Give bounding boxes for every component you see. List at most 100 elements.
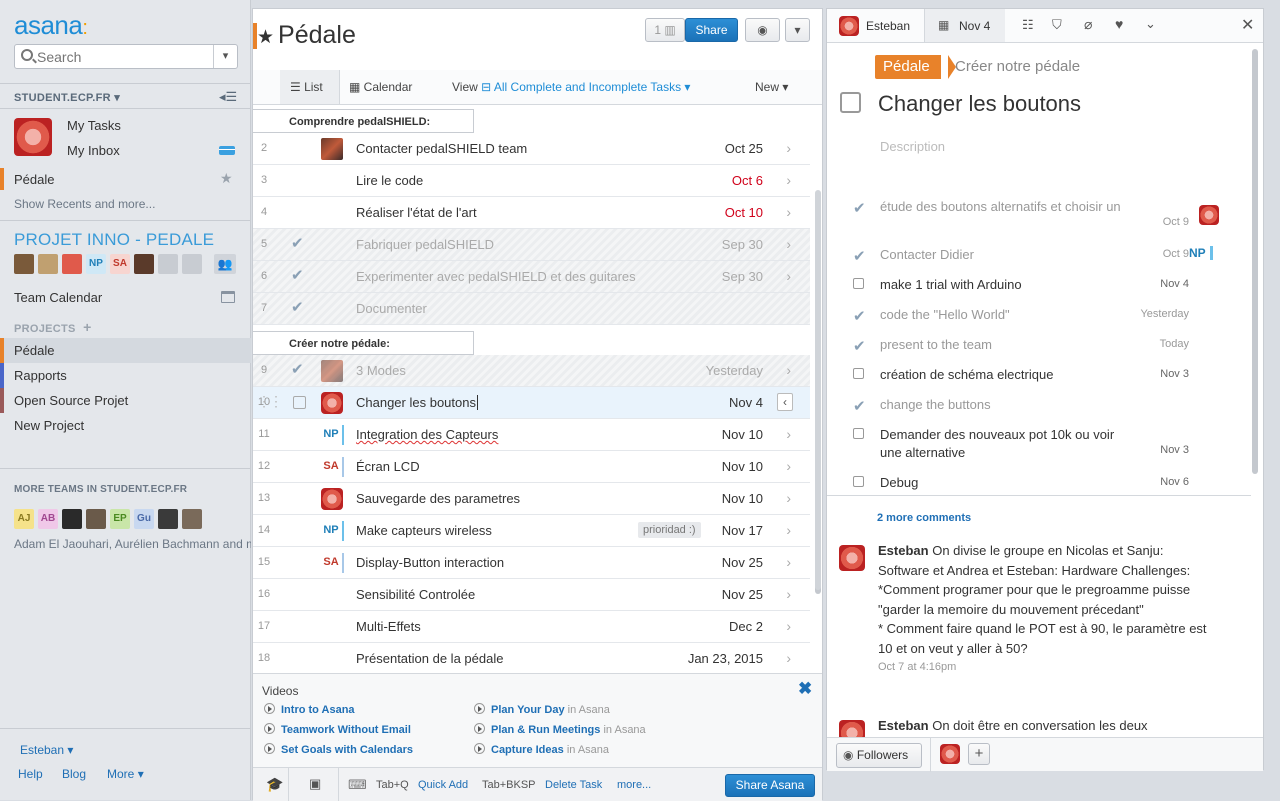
assignee-name[interactable]: Esteban <box>866 19 910 33</box>
member-count[interactable]: 1 ▥ <box>645 18 685 42</box>
section-header[interactable]: Comprendre pedalSHIELD: <box>253 109 474 133</box>
due-date[interactable]: Nov 4 <box>729 395 763 410</box>
project-title[interactable]: ★ Pédale <box>253 21 356 50</box>
avatar[interactable] <box>182 509 202 529</box>
task-row[interactable]: 18 Présentation de la pédale Jan 23, 2015 › <box>253 643 810 673</box>
avatar[interactable]: Gu <box>134 509 154 529</box>
avatar[interactable] <box>321 488 343 510</box>
chevron-right-icon[interactable]: › <box>786 522 791 538</box>
assignee-initials[interactable]: NP <box>319 425 344 445</box>
task-row[interactable]: 5 ✔ Fabriquer pedalSHIELD Sep 30 › <box>253 229 810 261</box>
task-row[interactable]: 15 SA Display-Button interaction Nov 25 › <box>253 547 810 579</box>
subtask-due[interactable]: Nov 4 <box>1160 278 1189 290</box>
description-field[interactable]: Description <box>880 139 945 154</box>
workspace-switcher[interactable]: STUDENT.ECP.FR ▾ <box>14 91 120 104</box>
star-icon[interactable]: ★ <box>257 27 274 48</box>
subtask-row[interactable]: make 1 trial with Arduino Nov 4 <box>853 273 1189 299</box>
subtask-text[interactable]: present to the team <box>880 336 1130 354</box>
task-row[interactable]: 17 Multi-Effets Dec 2 › <box>253 611 810 643</box>
due-date[interactable]: Nov 10 <box>722 427 763 442</box>
subtask-due[interactable]: Nov 6 <box>1160 476 1189 488</box>
task-row[interactable]: 4 Réaliser l'état de l'art Oct 10 › <box>253 197 810 229</box>
task-row[interactable]: 6 ✔ Experimenter avec pedalSHIELD et des g… <box>253 261 810 293</box>
tag-icon[interactable]: ⛉ <box>1052 17 1062 33</box>
subtask-row[interactable]: ✔ change the buttons <box>853 393 1183 419</box>
video-link[interactable]: Plan Your Day in Asana <box>474 702 610 716</box>
video-icon[interactable]: ▣ <box>309 776 321 792</box>
more-shortcuts-link[interactable]: more... <box>617 779 651 791</box>
task-row[interactable]: 13 Sauvegarde des parametres Nov 10 › <box>253 483 810 515</box>
team-calendar-link[interactable]: Team Calendar <box>14 290 102 305</box>
chevron-right-icon[interactable]: › <box>786 618 791 634</box>
subtask-due[interactable]: Nov 3 <box>1160 444 1189 456</box>
check-icon[interactable]: ✔ <box>291 266 304 284</box>
avatar[interactable] <box>38 254 58 274</box>
check-icon[interactable]: ✔ <box>853 199 866 217</box>
task-name[interactable]: Changer les boutons <box>356 395 478 410</box>
scrollbar[interactable] <box>1252 49 1258 474</box>
tab-calendar[interactable]: ▦ Calendar <box>349 70 429 104</box>
subtask-row[interactable]: Demander des nouveaux pot 10k ou voir un… <box>853 423 1189 467</box>
avatar[interactable] <box>321 360 343 382</box>
chevron-right-icon[interactable]: › <box>786 426 791 442</box>
chevron-right-icon[interactable]: › <box>786 650 791 666</box>
video-link[interactable]: Teamwork Without Email <box>264 722 411 736</box>
blog-link[interactable]: Blog <box>62 767 86 781</box>
avatar[interactable]: NP <box>86 254 106 274</box>
rss-icon[interactable]: ◉ <box>745 18 780 42</box>
favorite-project[interactable]: Pédale ★ <box>0 168 251 190</box>
video-link[interactable]: Plan & Run Meetings in Asana <box>474 722 646 736</box>
more-teams-names[interactable]: Adam El Jaouhari, Aurélien Bachmann and … <box>14 537 251 551</box>
check-icon[interactable]: ✔ <box>853 397 866 415</box>
subtask-row[interactable]: ✔ Contacter Didier Oct 9 NP <box>853 243 1213 269</box>
task-name[interactable]: Make capteurs wireless <box>356 523 492 538</box>
due-date[interactable]: Nov 25 <box>722 555 763 570</box>
assignee-initials[interactable]: SA <box>319 553 344 573</box>
followers-button[interactable]: ◉ Followers <box>836 743 922 768</box>
scrollbar[interactable] <box>815 190 821 590</box>
subtask-checkbox[interactable] <box>853 278 864 289</box>
check-icon[interactable]: ✔ <box>853 307 866 325</box>
subtask-text[interactable]: change the buttons <box>880 396 1130 414</box>
chevron-right-icon[interactable]: › <box>786 586 791 602</box>
avatar[interactable] <box>321 138 343 160</box>
check-icon[interactable]: ✔ <box>853 337 866 355</box>
star-icon[interactable]: ★ <box>220 170 233 187</box>
share-button[interactable]: Share <box>685 18 738 42</box>
avatar[interactable] <box>182 254 202 274</box>
subtask-text[interactable]: Contacter Didier <box>880 246 1130 264</box>
task-name[interactable]: Lire le code <box>356 173 423 188</box>
add-project-icon[interactable]: + <box>83 319 91 335</box>
subtask-checkbox[interactable] <box>853 368 864 379</box>
task-checkbox[interactable] <box>293 396 306 409</box>
check-icon[interactable]: ✔ <box>853 247 866 265</box>
comment-author[interactable]: Esteban <box>878 543 929 558</box>
due-date[interactable]: Oct 10 <box>725 205 763 220</box>
task-row[interactable]: 9 ✔ 3 Modes Yesterday › <box>253 355 810 387</box>
due-date[interactable]: Jan 23, 2015 <box>688 651 763 666</box>
assignee-initials[interactable]: SA <box>319 457 344 477</box>
subtask-text[interactable]: Demander des nouveaux pot 10k ou voir un… <box>880 426 1130 462</box>
task-tag[interactable]: prioridad :) <box>638 522 701 538</box>
chevron-right-icon[interactable]: › <box>786 268 791 284</box>
chevron-right-icon[interactable]: › <box>786 554 791 570</box>
subtask-row[interactable]: Debug Nov 6 <box>853 471 1189 497</box>
subtask-due[interactable]: Oct 9 <box>1163 248 1189 260</box>
subtask-row[interactable]: ✔ code the "Hello World" Yesterday <box>853 303 1189 329</box>
chevron-right-icon[interactable]: › <box>786 204 791 220</box>
avatar[interactable] <box>86 509 106 529</box>
my-tasks-link[interactable]: My Tasks <box>67 118 121 133</box>
task-row[interactable]: 16 Sensibilité Controlée Nov 25 › <box>253 579 810 611</box>
avatar[interactable] <box>62 254 82 274</box>
due-date[interactable]: Nov 17 <box>722 523 763 538</box>
subtask-row[interactable]: ✔ étude des boutons alternatifs et choisi… <box>853 195 1219 239</box>
heart-icon[interactable]: ♥ <box>1115 16 1123 32</box>
new-button[interactable]: New ▾ <box>755 70 788 104</box>
delete-task-link[interactable]: Delete Task <box>545 779 602 791</box>
task-name[interactable]: Multi-Effets <box>356 619 421 634</box>
avatar[interactable] <box>158 509 178 529</box>
subtask-due[interactable]: Today <box>1160 338 1189 350</box>
subtask-checkbox[interactable] <box>853 476 864 487</box>
more-menu[interactable]: More ▾ <box>107 767 144 781</box>
search-box[interactable]: ▾ <box>14 44 238 69</box>
